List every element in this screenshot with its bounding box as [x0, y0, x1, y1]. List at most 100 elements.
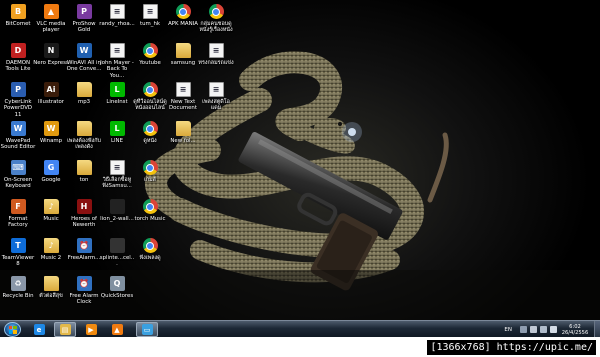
desktop-icon[interactable]: ≡ เพลงสตูดิโอแดม: [198, 82, 234, 112]
document-icon: ≡: [208, 82, 224, 97]
media-player-icon: ▶: [85, 324, 97, 335]
desktop-icon[interactable]: Ai Illustrator: [33, 82, 69, 105]
desktop-icon[interactable]: mp3: [66, 82, 102, 105]
desktop-icon[interactable]: P ProShow Gold: [66, 4, 102, 34]
desktop-icon[interactable]: Youtube: [132, 43, 168, 66]
desktop-icon[interactable]: B BitComet: [0, 4, 36, 27]
desktop-icon[interactable]: ton: [66, 160, 102, 183]
desktop-icon[interactable]: ≡ ทรงกลมรถแข่ง: [198, 43, 234, 66]
windows-logo-icon: [8, 325, 17, 334]
desktop-icon-label: DAEMON Tools Lite: [5, 60, 31, 73]
desktop-icon-label: WinAVI All in One Conve...: [66, 60, 102, 73]
windows-explorer-icon: ▤: [59, 324, 71, 335]
desktop-icon[interactable]: L LINE: [99, 121, 135, 144]
desktop-icon[interactable]: P CyberLink PowerDVD 11: [0, 82, 36, 118]
desktop-icon-label: เพลงสตูดิโอแดม: [202, 99, 230, 112]
desktop-icon-label: BitComet: [5, 21, 31, 27]
desktop-icon-label: Free Alarm Clock: [69, 293, 99, 306]
daemon-tools-icon: D: [10, 43, 26, 58]
desktop-icon[interactable]: Q QuickStores: [99, 276, 135, 299]
desktop-icon[interactable]: splinte...cel...: [99, 238, 135, 268]
desktop-icon[interactable]: T TeamViewer 8: [0, 238, 36, 268]
desktop-icon[interactable]: ♻ Recycle Bin: [0, 276, 36, 299]
show-hidden-icons-icon[interactable]: [520, 326, 527, 333]
folder-icon: [175, 121, 191, 136]
desktop-icon[interactable]: N Nero Express: [33, 43, 69, 66]
network-icon[interactable]: [540, 326, 547, 333]
desktop-icon[interactable]: W WavePad Sound Editor: [0, 121, 36, 151]
desktop-icon[interactable]: ≡ randy_rhoa...: [99, 4, 135, 27]
desktop-icon[interactable]: APK MANIA: [165, 4, 201, 27]
internet-explorer-icon: e: [33, 324, 45, 335]
language-indicator[interactable]: EN: [504, 327, 512, 333]
desktop-icon-label: tum_hk: [139, 21, 160, 27]
desktop-icon[interactable]: ≡ วิธีเลือกซื้อหูฟังSamsu...: [99, 160, 135, 190]
desktop-icon[interactable]: ฟังเพลงดู: [132, 238, 168, 261]
desktop-icon[interactable]: torch Music: [132, 199, 168, 222]
hon-icon: H: [76, 199, 92, 214]
desktop-icon-label: Illustrator: [37, 99, 65, 105]
taskbar-button[interactable]: e: [28, 322, 50, 337]
desktop-icon-label: Recycle Bin: [2, 293, 34, 299]
document-icon: ≡: [109, 4, 125, 19]
alarm-icon: ⏰: [76, 276, 92, 291]
desktop-icon[interactable]: ≡ John Mayer - Back To You...: [99, 43, 135, 79]
clock-date: 26/4/2556: [561, 329, 589, 336]
flag-icon[interactable]: [530, 326, 537, 333]
taskbar-button[interactable]: ▤: [54, 322, 76, 337]
desktop-icon[interactable]: H Heroes of Newerth: [66, 199, 102, 229]
desktop-icon-label: Music: [43, 216, 59, 222]
desktop-icon-label: ดูทีวีออนไลน์ดูหนังออนไลน์: [133, 99, 167, 112]
desktop-icon-label: mp3: [77, 99, 91, 105]
desktop-icon[interactable]: ⏰ FreeAlarm...: [66, 238, 102, 261]
taskbar: e ▤ ▶ ▲ ▭ EN 6:02 26/4/2556: [0, 320, 600, 338]
desktop-icon[interactable]: New fol...: [165, 121, 201, 144]
desktop-icon[interactable]: W WinAVI All in One Conve...: [66, 43, 102, 73]
desktop-icon[interactable]: ดูทีวีออนไลน์ดูหนังออนไลน์: [132, 82, 168, 112]
desktop-icon-label: On-Screen Keyboard: [3, 177, 33, 190]
desktop-icon[interactable]: G Google: [33, 160, 69, 183]
desktop-icon[interactable]: ตัวต่อสีสุข: [33, 276, 69, 299]
desktop-icon[interactable]: lion_2-wall...: [99, 199, 135, 222]
desktop-icon[interactable]: L LineInst: [99, 82, 135, 105]
desktop-icon[interactable]: W Winamp: [33, 121, 69, 144]
desktop-icon[interactable]: กลุ่มคนชอบดูหนังรู้เรื่องหนัง: [198, 4, 234, 34]
desktop-icon[interactable]: เพลงต้องฟังกับเพลงดัง: [66, 121, 102, 151]
desktop-icon[interactable]: ⏰ Free Alarm Clock: [66, 276, 102, 306]
desktop-icon-label: VLC media player: [36, 21, 66, 34]
clock[interactable]: 6:02 26/4/2556: [560, 324, 590, 336]
desktop-icon[interactable]: เกมส์: [132, 160, 168, 183]
desktop-icon-label: QuickStores: [100, 293, 134, 299]
desktop-icon-label: splinte...cel...: [99, 255, 135, 268]
desktop-icon-label: New fol...: [170, 138, 196, 144]
winamp-icon: W: [43, 121, 59, 136]
desktop-icon[interactable]: ≡ New Text Document: [165, 82, 201, 112]
desktop-icon[interactable]: samsung: [165, 43, 201, 66]
desktop-icon[interactable]: ดูหนัง: [132, 121, 168, 144]
desktop-icon[interactable]: ♪ Music 2: [33, 238, 69, 261]
show-desktop-button[interactable]: [594, 321, 600, 338]
taskbar-button[interactable]: ▲: [106, 322, 128, 337]
chrome-icon: [142, 199, 158, 214]
chrome-icon: [142, 121, 158, 136]
desktop-icon[interactable]: D DAEMON Tools Lite: [0, 43, 36, 73]
desktop-icon-label: เกมส์: [144, 177, 156, 183]
chrome-icon: [142, 43, 158, 58]
volume-icon[interactable]: [550, 326, 557, 333]
desktop-icon[interactable]: ▲ VLC media player: [33, 4, 69, 34]
bitcomet-icon: B: [10, 4, 26, 19]
wavepad-icon: W: [10, 121, 26, 136]
start-button[interactable]: [4, 322, 21, 337]
desktop-icon[interactable]: ≡ tum_hk: [132, 4, 168, 27]
line-installer-icon: L: [109, 82, 125, 97]
watermark-text: [1366x768] https://upic.me/: [427, 340, 596, 355]
desktop-icon[interactable]: ♪ Music: [33, 199, 69, 222]
document-icon: ≡: [175, 82, 191, 97]
desktop-icon-label: Music 2: [40, 255, 62, 261]
desktop-icon[interactable]: F Format Factory: [0, 199, 36, 229]
desktop-icon[interactable]: ⌨ On-Screen Keyboard: [0, 160, 36, 190]
taskbar-button[interactable]: ▶: [80, 322, 102, 337]
taskbar-button[interactable]: ▭: [136, 322, 158, 337]
illustrator-icon: Ai: [43, 82, 59, 97]
document-icon: ≡: [109, 160, 125, 175]
